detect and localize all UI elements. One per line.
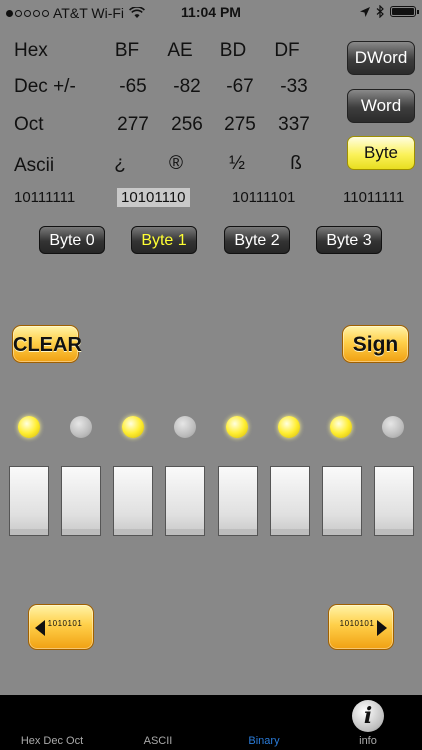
hex-label: Hex	[14, 40, 48, 61]
bit-switch-5[interactable]	[113, 466, 153, 536]
binary-value: 10111101	[232, 189, 296, 206]
oct-value: 337	[278, 114, 310, 135]
ascii-value: ß	[290, 153, 302, 174]
led-on-indicator	[278, 416, 300, 438]
led-on-indicator	[330, 416, 352, 438]
binary-value: 11011111	[343, 189, 405, 206]
binary-value-selected: 10101110	[117, 188, 190, 207]
battery-icon	[390, 6, 419, 17]
shift-left-bits: 1010101	[47, 619, 83, 628]
bit-switch-4[interactable]	[165, 466, 205, 536]
tab-hex-dec-oct[interactable]: Hex Dec Oct	[7, 735, 97, 747]
dec-value: -65	[119, 76, 147, 97]
location-arrow-icon	[360, 6, 370, 17]
led-on-indicator	[226, 416, 248, 438]
byte-3-button[interactable]: Byte 3	[316, 226, 382, 254]
ascii-label: Ascii	[14, 155, 55, 176]
tab-info[interactable]: info	[323, 735, 413, 747]
clear-label: CLEAR	[13, 334, 82, 356]
clear-button[interactable]: CLEAR	[12, 325, 82, 363]
tab-ascii[interactable]: ASCII	[113, 735, 203, 747]
ascii-value: ½	[229, 153, 245, 174]
led-off-indicator	[70, 416, 92, 438]
binary-value: 10111111	[14, 189, 76, 206]
oct-value: 275	[224, 114, 256, 135]
status-bar: AT&T Wi-Fi 11:04 PM	[0, 0, 422, 26]
oct-label: Oct	[14, 114, 44, 135]
info-icon[interactable]: i	[352, 700, 384, 732]
byte-button[interactable]: Byte	[347, 136, 415, 170]
led-off-indicator	[382, 416, 404, 438]
status-time: 11:04 PM	[181, 4, 241, 20]
sign-label: Sign	[352, 333, 399, 356]
word-button[interactable]: Word	[347, 89, 415, 123]
shift-right-button[interactable]: 1010101	[328, 604, 394, 650]
dec-value: -82	[173, 76, 201, 97]
hex-value: DF	[274, 40, 300, 61]
bit-switch-6[interactable]	[61, 466, 101, 536]
bit-switch-0[interactable]	[374, 466, 414, 536]
oct-value: 277	[117, 114, 149, 135]
bit-switch-3[interactable]	[218, 466, 258, 536]
shift-right-bits: 1010101	[339, 619, 375, 628]
sign-button[interactable]: Sign	[342, 325, 409, 363]
bit-switch-2[interactable]	[270, 466, 310, 536]
byte-2-button[interactable]: Byte 2	[224, 226, 290, 254]
tab-binary[interactable]: Binary	[219, 735, 309, 747]
dec-label: Dec +/-	[14, 76, 76, 97]
byte-0-button[interactable]: Byte 0	[39, 226, 105, 254]
hex-value: BF	[114, 40, 140, 61]
led-off-indicator	[174, 416, 196, 438]
dec-value: -33	[280, 76, 308, 97]
led-on-indicator	[122, 416, 144, 438]
shift-left-button[interactable]: 1010101	[28, 604, 94, 650]
status-right-icons	[360, 5, 419, 18]
ascii-value: ¿	[114, 153, 126, 174]
ascii-value: ®	[169, 153, 183, 174]
oct-value: 256	[171, 114, 203, 135]
dec-value: -67	[226, 76, 254, 97]
hex-value: AE	[167, 40, 193, 61]
dword-button[interactable]: DWord	[347, 41, 415, 75]
bluetooth-icon	[376, 5, 384, 18]
hex-value: BD	[219, 40, 247, 61]
byte-1-button[interactable]: Byte 1	[131, 226, 197, 254]
bit-switch-1[interactable]	[322, 466, 362, 536]
led-on-indicator	[18, 416, 40, 438]
bit-switch-7[interactable]	[9, 466, 49, 536]
